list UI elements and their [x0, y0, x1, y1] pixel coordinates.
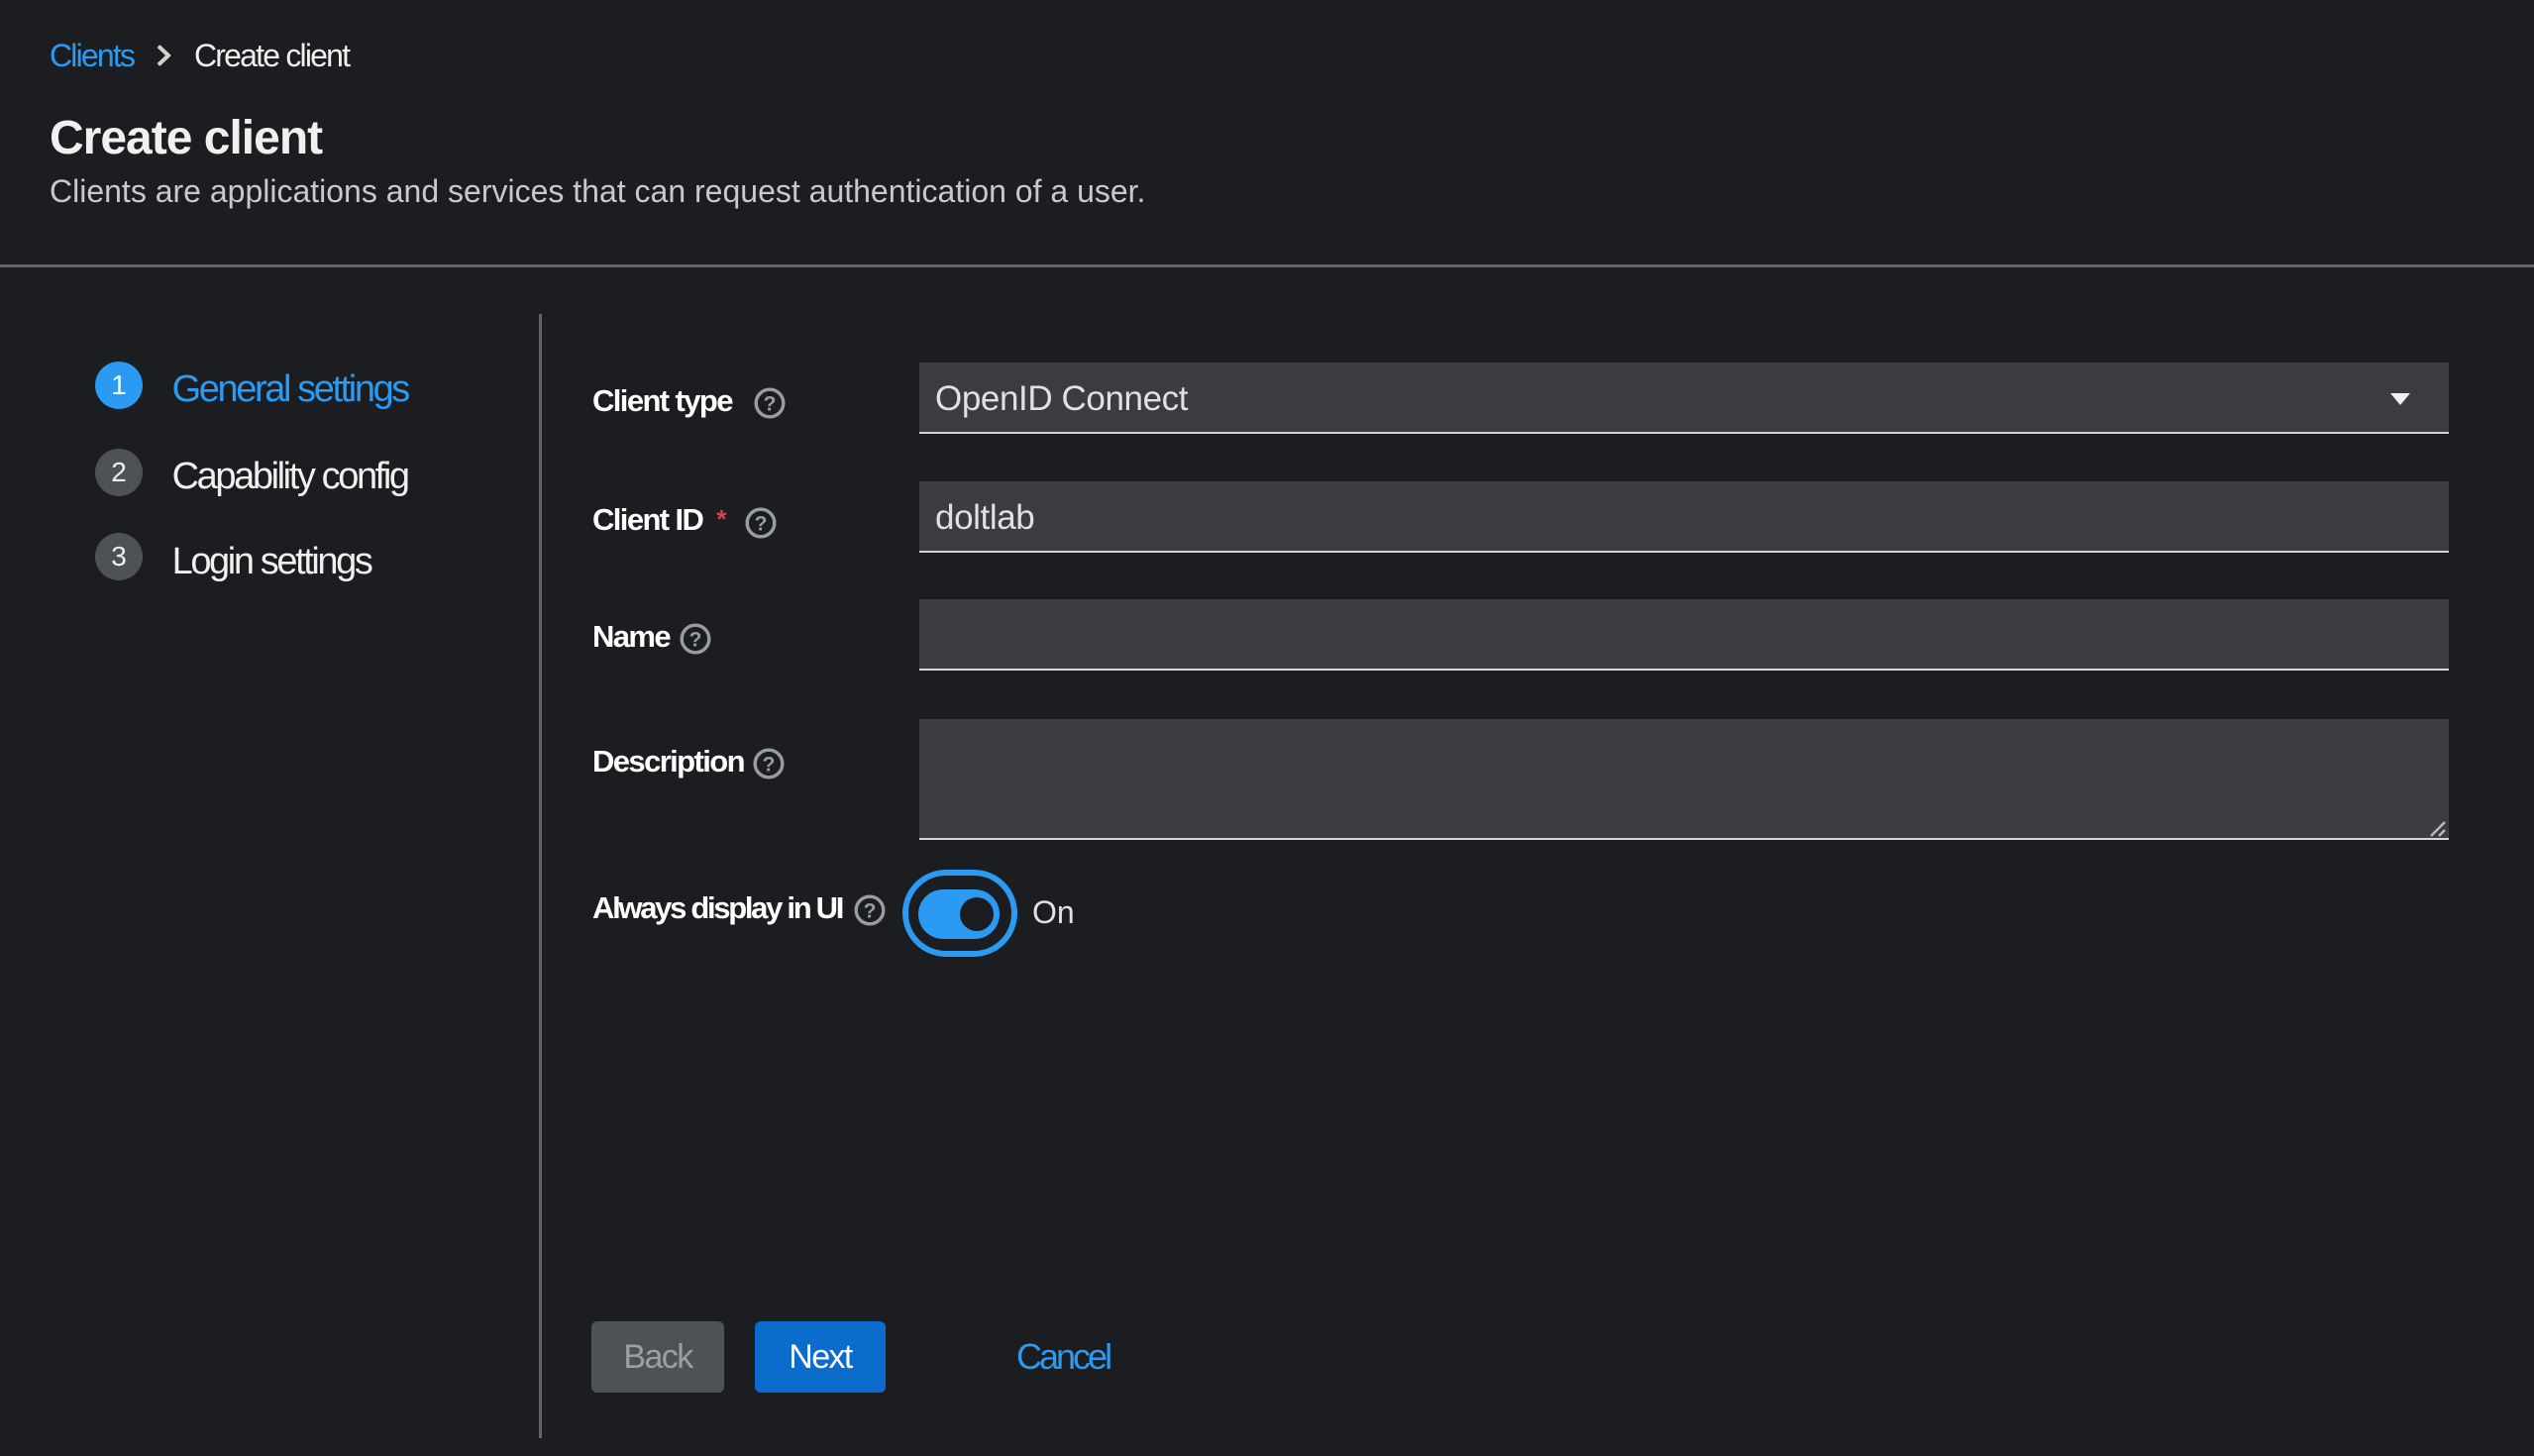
svg-text:?: ? [763, 754, 776, 777]
svg-text:?: ? [689, 629, 702, 652]
svg-text:?: ? [764, 393, 777, 416]
svg-text:?: ? [864, 900, 877, 923]
svg-text:?: ? [755, 513, 768, 536]
